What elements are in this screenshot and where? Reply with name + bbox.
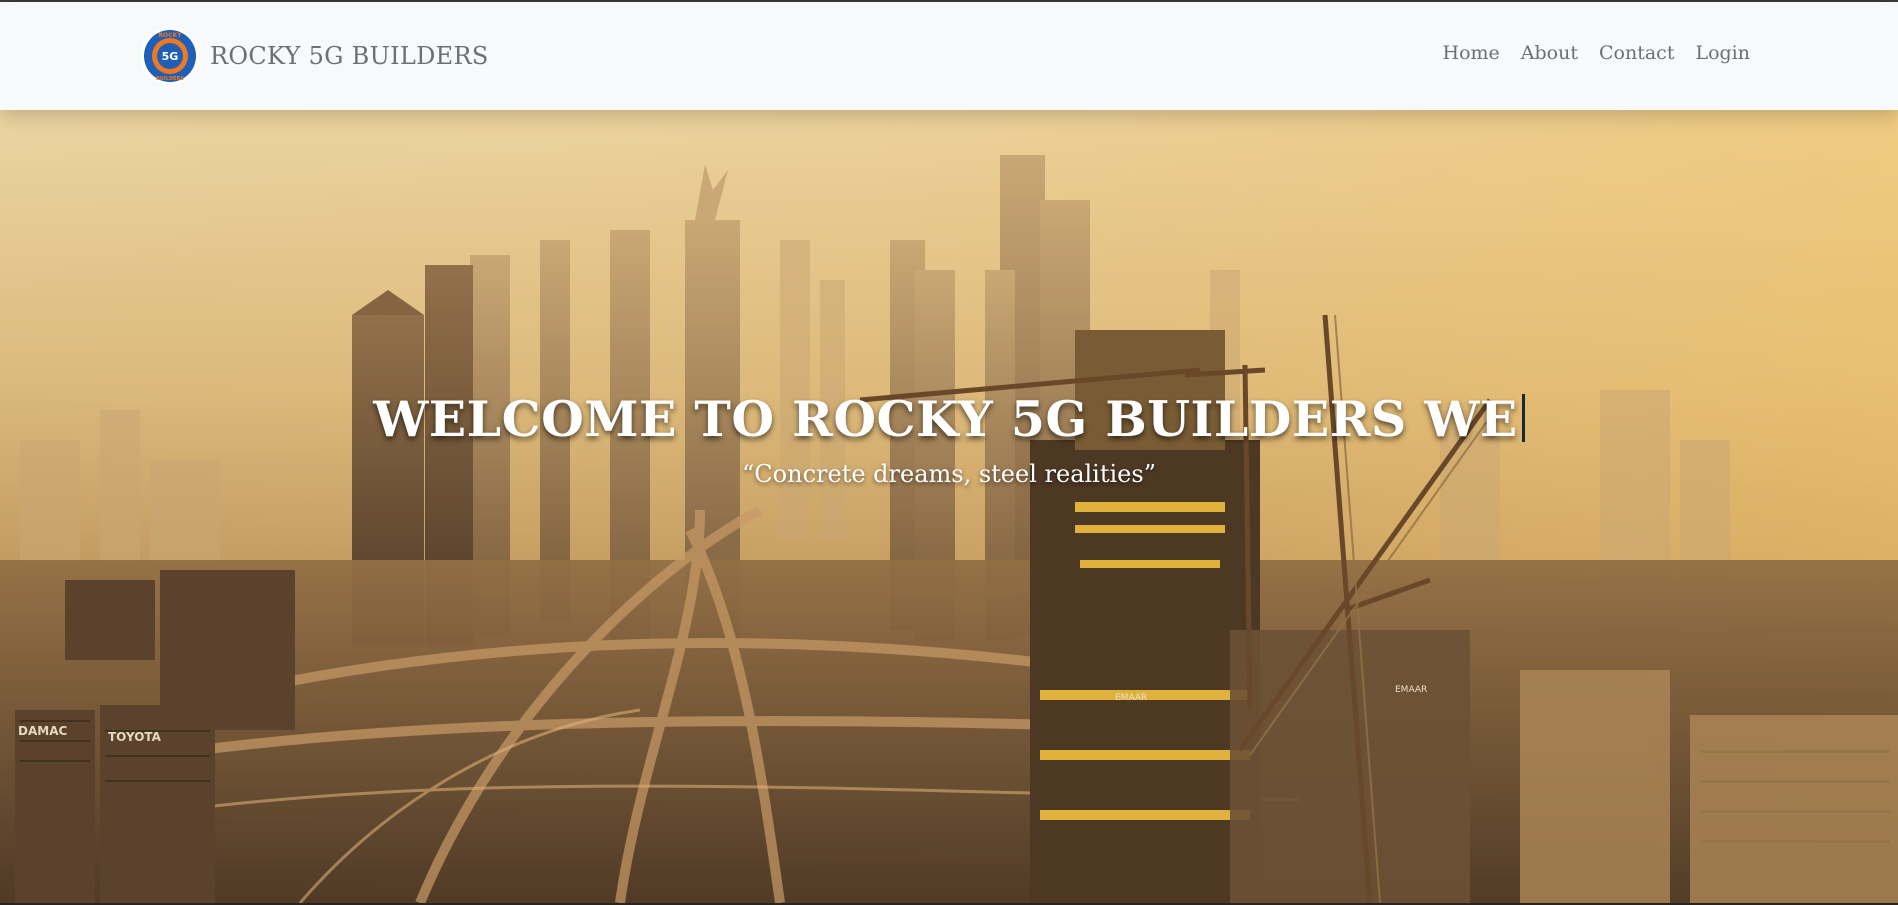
- nav-login-link[interactable]: Login: [1695, 42, 1750, 64]
- logo-bottom-text: BUILDERS: [156, 76, 184, 82]
- hero-title-text: WELCOME TO ROCKY 5G BUILDERS WE: [373, 390, 1518, 448]
- company-logo-icon: 5G ROCKY BUILDERS: [141, 27, 199, 85]
- nav-about-link[interactable]: About: [1521, 42, 1578, 64]
- logo-top-text: ROCKY: [158, 32, 182, 39]
- typing-cursor: [1521, 394, 1525, 442]
- main-nav: Home About Contact Login: [1443, 42, 1750, 64]
- hero-section: DAMAC TOYOTA EMAAR EMAAR WELCOME TO ROCK…: [0, 110, 1898, 903]
- hero-title: WELCOME TO ROCKY 5G BUILDERS WE: [0, 390, 1898, 448]
- navbar: 5G ROCKY BUILDERS ROCKY 5G BUILDERS Home…: [0, 2, 1898, 110]
- nav-home-link[interactable]: Home: [1443, 42, 1500, 64]
- brand-name: ROCKY 5G BUILDERS: [210, 42, 489, 70]
- logo-center-text: 5G: [162, 50, 179, 63]
- nav-contact-link[interactable]: Contact: [1599, 42, 1674, 64]
- hero-text-overlay: WELCOME TO ROCKY 5G BUILDERS WE “Concret…: [0, 110, 1898, 903]
- brand-link[interactable]: 5G ROCKY BUILDERS ROCKY 5G BUILDERS: [140, 26, 489, 86]
- hero-tagline: “Concrete dreams, steel realities”: [742, 460, 1156, 488]
